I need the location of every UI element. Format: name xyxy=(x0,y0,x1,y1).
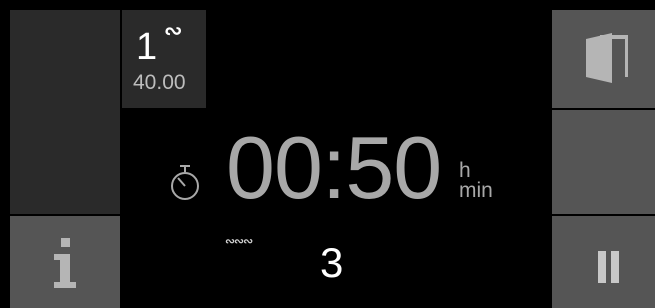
info-button[interactable] xyxy=(10,216,120,308)
info-icon xyxy=(54,238,76,288)
timer-display[interactable]: 00:50 h min xyxy=(122,110,550,214)
pause-button[interactable] xyxy=(552,216,655,308)
timer-time: 00:50 xyxy=(226,118,442,217)
timer-unit-minutes: min xyxy=(459,179,493,202)
mode-selector[interactable]: ∾∾∾ xyxy=(122,216,294,308)
stopwatch-icon xyxy=(171,165,199,200)
program-number: 1 xyxy=(136,26,158,68)
level-selector[interactable]: 3 xyxy=(296,216,550,308)
top-display-area xyxy=(208,10,550,108)
level-value: 3 xyxy=(320,239,344,286)
door-button[interactable] xyxy=(552,10,655,108)
program-value: 40.00 xyxy=(133,71,186,94)
mode-symbol: ∾∾∾ xyxy=(225,234,253,248)
program-selector[interactable]: 1 ∾ 40.00 xyxy=(122,10,206,108)
pause-icon xyxy=(598,251,619,283)
door-icon xyxy=(586,33,628,83)
right-side-panel xyxy=(552,110,655,214)
left-panel xyxy=(10,10,120,214)
timer-unit-hours: h xyxy=(459,159,471,182)
program-mode-symbol: ∾ xyxy=(164,18,183,43)
